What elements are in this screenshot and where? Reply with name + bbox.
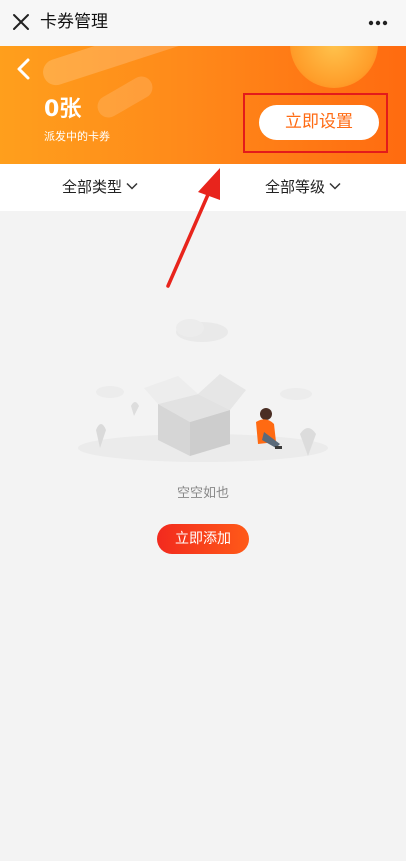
back-arrow-icon[interactable] [12,56,36,82]
type-filter-label: 全部类型 [62,178,123,196]
annotation-arrow-icon [166,168,220,288]
empty-box-illustration [78,319,328,462]
decorative-stripe [93,72,157,122]
top-navbar: 卡券管理 [0,0,406,46]
type-filter-dropdown[interactable]: 全部类型 [62,164,138,211]
level-filter-dropdown[interactable]: 全部等级 [265,164,341,211]
more-options-icon[interactable] [368,20,388,26]
page-title: 卡券管理 [40,12,108,32]
chevron-down-icon [126,182,138,190]
card-count: 0张 [44,97,82,122]
empty-state-text: 空空如也 [176,486,229,501]
chevron-down-icon [329,182,341,190]
decorative-stripe [39,46,191,89]
add-now-button[interactable]: 立即添加 [157,524,249,554]
set-now-button[interactable]: 立即设置 [259,105,379,140]
card-summary-banner: 0张 派发中的卡券 立即设置 [0,46,406,164]
close-icon[interactable] [10,11,32,33]
decorative-sun [290,46,378,88]
card-count-subtitle: 派发中的卡券 [44,130,110,143]
level-filter-label: 全部等级 [265,178,326,196]
